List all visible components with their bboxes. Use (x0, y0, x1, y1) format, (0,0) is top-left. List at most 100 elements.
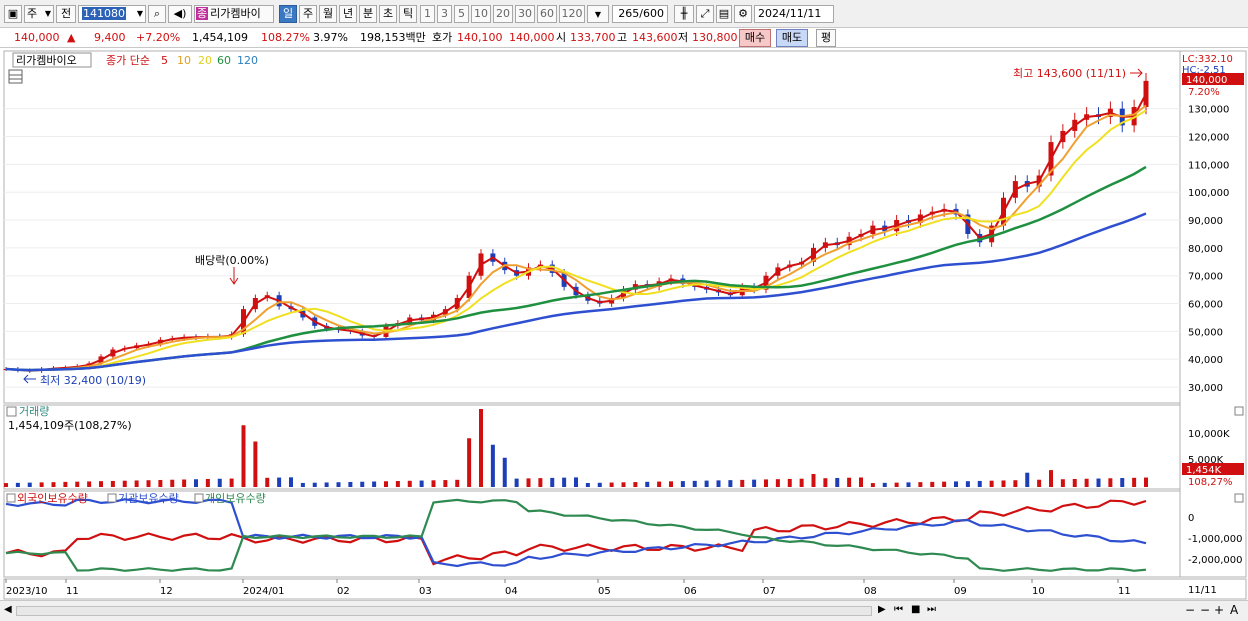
volume-close-icon[interactable] (1234, 406, 1244, 416)
interval-select[interactable]: ▼ (587, 5, 609, 23)
volume-panel-frame (3, 404, 1181, 490)
horizontal-scrollbar[interactable] (16, 606, 872, 616)
volume-current-pct: 108,27% (1188, 477, 1233, 488)
volume-bar (407, 480, 412, 487)
volume-bar (1132, 477, 1137, 487)
ask-price: 140,100 (457, 31, 503, 44)
count-field[interactable]: 265/600 (612, 5, 668, 23)
x-axis-label: 08 (864, 586, 877, 597)
interval-1[interactable]: 1 (420, 5, 435, 23)
code-input[interactable]: 141080 ▼ (78, 5, 146, 23)
minus-icon[interactable]: − (1200, 603, 1210, 617)
save-icon[interactable]: ▤ (716, 5, 732, 23)
holdings-close-icon[interactable] (1234, 493, 1244, 503)
volume-bar (39, 482, 44, 487)
tab-day[interactable]: 일 (279, 5, 297, 23)
volume-bar (170, 479, 175, 487)
interval-120[interactable]: 120 (559, 5, 585, 23)
x-axis-frame (3, 578, 1247, 600)
volume-bar (1108, 478, 1113, 487)
stock-badge: 종 (196, 7, 209, 20)
up-arrow-icon: ▲ (67, 31, 76, 44)
tab-month[interactable]: 월 (319, 5, 337, 23)
tab-tick[interactable]: 틱 (399, 5, 417, 23)
volume-bar (455, 479, 460, 487)
y-tick-label: 70,000 (1188, 272, 1223, 283)
zoom-in-icon[interactable]: + (1214, 603, 1224, 617)
stock-name-field[interactable]: 종 리가켐바이 (194, 5, 274, 23)
zoom-out-icon[interactable]: − (1185, 603, 1195, 617)
volume-bar (1049, 470, 1053, 487)
stock-title: 리가켐바이오 (16, 54, 77, 67)
volume-bar (336, 482, 341, 487)
low-price: 130,800 (692, 31, 738, 44)
interval-3[interactable]: 3 (437, 5, 452, 23)
y-tick-label: 40,000 (1188, 355, 1223, 366)
font-size-icon[interactable]: A (1230, 603, 1238, 617)
volume-bar (182, 479, 187, 487)
y-tick-label: 80,000 (1188, 244, 1223, 255)
interval-10[interactable]: 10 (471, 5, 491, 23)
holdings-toggle-icon[interactable] (107, 493, 117, 503)
volume-bar (443, 480, 448, 487)
volume-current-tag: 1,454K (1186, 465, 1222, 476)
market-select[interactable]: 전 (56, 5, 76, 23)
table-icon[interactable] (8, 69, 23, 84)
chart-type-icon[interactable]: ▣ (4, 5, 22, 23)
interval-30[interactable]: 30 (515, 5, 535, 23)
chart-area[interactable]: 130,000 120,000 110,000 100,000 90,000 80,000… (0, 49, 1248, 601)
speaker-icon[interactable]: ◀) (168, 5, 192, 23)
tab-minute[interactable]: 분 (359, 5, 377, 23)
volume-bar (799, 478, 804, 487)
volume-bar (942, 481, 947, 487)
volume-bar (597, 482, 602, 487)
volume-bar (882, 482, 887, 487)
date-field[interactable]: 2024/11/11 (754, 5, 834, 23)
average-button[interactable]: 평 (816, 29, 836, 47)
volume-bar (87, 481, 92, 487)
volume-bar (823, 478, 828, 487)
crosshair-icon[interactable]: ⤢ (696, 5, 714, 23)
volume-bar (467, 438, 472, 487)
scroll-left-icon[interactable]: ◀ (4, 604, 12, 615)
volume-bar (526, 478, 531, 487)
interval-60[interactable]: 60 (537, 5, 557, 23)
stock-chart[interactable]: 130,000 120,000 110,000 100,000 90,000 80,000… (0, 49, 1248, 601)
volume-bar (1120, 478, 1125, 487)
volume-bar (1072, 479, 1077, 487)
buy-button[interactable]: 매수 (739, 29, 771, 47)
volume-bar (419, 480, 424, 487)
stop-icon[interactable]: ■ (911, 604, 920, 615)
volume-toggle-icon[interactable] (6, 406, 17, 417)
volume-bar (609, 482, 614, 487)
sell-button[interactable]: 매도 (776, 29, 808, 47)
volume-bar (4, 483, 8, 487)
interval-20[interactable]: 20 (493, 5, 513, 23)
volume-bar (977, 480, 982, 487)
volume-bar (1144, 477, 1148, 487)
volume-bar (1096, 478, 1101, 487)
chevron-down-icon: ▼ (136, 9, 143, 18)
holdings-toggle-icon[interactable] (6, 493, 16, 503)
interval-5[interactable]: 5 (454, 5, 469, 23)
volume-bar (146, 480, 151, 487)
holdings-toggle-icon[interactable] (194, 493, 204, 503)
tab-second[interactable]: 초 (379, 5, 397, 23)
volume-bar (1025, 472, 1030, 487)
low-label: 저 (678, 31, 689, 44)
ma-120: 120 (237, 54, 258, 67)
tab-year[interactable]: 년 (339, 5, 357, 23)
fast-forward-icon[interactable]: ⏭ (927, 604, 936, 615)
y-tick-label: 120,000 (1188, 133, 1229, 144)
holdings-tick-2: -1,000,000 (1188, 534, 1243, 545)
scroll-right-icon[interactable]: ▶ (878, 604, 886, 615)
gear-icon[interactable]: ⚙ (734, 5, 752, 23)
tab-week[interactable]: 주 (299, 5, 317, 23)
volume-bar (669, 481, 673, 487)
candle-icon[interactable]: ╫ (674, 5, 694, 23)
rewind-icon[interactable]: ⏮ (894, 604, 903, 615)
period-unit-select[interactable]: 주 ▼ (24, 5, 54, 23)
search-icon[interactable]: ⌕ (148, 5, 166, 23)
high-label: 고 (617, 31, 628, 44)
ask-label: 호가 (432, 31, 453, 44)
